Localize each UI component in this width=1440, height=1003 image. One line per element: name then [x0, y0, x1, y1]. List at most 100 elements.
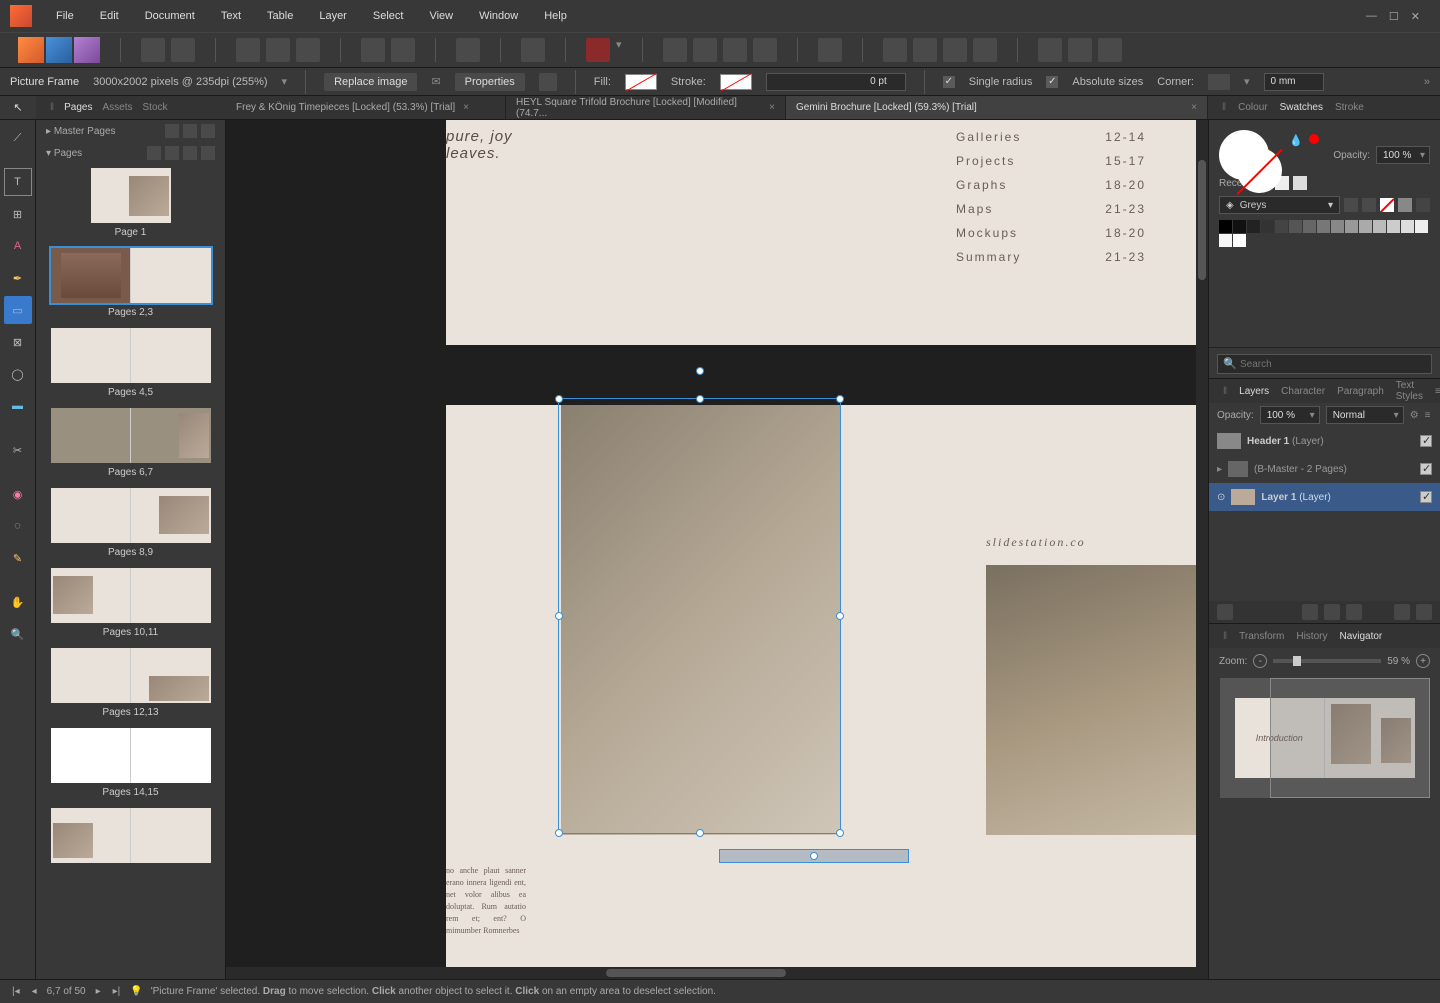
- fill-swatch[interactable]: [625, 74, 657, 90]
- prev-page-icon[interactable]: ◂: [30, 986, 39, 997]
- menu-window[interactable]: Window: [467, 6, 530, 26]
- table-tool-icon[interactable]: ⊞: [4, 200, 32, 228]
- frame-props-icon[interactable]: [539, 73, 557, 91]
- layer-visibility-checkbox[interactable]: [1420, 435, 1432, 447]
- frame-slider[interactable]: [719, 849, 909, 863]
- corner-value-input[interactable]: [1264, 73, 1324, 91]
- view-tool-icon[interactable]: ✋: [4, 588, 32, 616]
- stroke-swatch[interactable]: [720, 74, 752, 90]
- layer-row[interactable]: Header 1 (Layer): [1209, 427, 1440, 455]
- text-styles-tab[interactable]: Text Styles: [1396, 380, 1423, 402]
- navigator-tab[interactable]: Navigator: [1339, 631, 1382, 642]
- rotate-ccw-icon[interactable]: [943, 38, 967, 62]
- doc-tab-3[interactable]: Gemini Brochure [Locked] (59.3%) [Trial]…: [786, 96, 1208, 119]
- panel-menu-icon[interactable]: ≡: [1425, 410, 1431, 421]
- node-tool-icon[interactable]: ⟋: [4, 124, 32, 152]
- palette-menu-icon[interactable]: [1362, 198, 1376, 212]
- layers-tab[interactable]: Layers: [1239, 386, 1269, 397]
- registration-swatch[interactable]: [1398, 198, 1412, 212]
- zoom-out-icon[interactable]: -: [1253, 654, 1267, 668]
- stock-tab[interactable]: Stock: [143, 102, 168, 113]
- panel-menu-icon[interactable]: ≡: [1435, 386, 1440, 397]
- next-page-icon[interactable]: ▸: [94, 986, 103, 997]
- context-dimensions[interactable]: 3000x2002 pixels @ 235dpi (255%): [93, 76, 267, 88]
- crop-tool-icon[interactable]: ✂: [4, 436, 32, 464]
- flip-h-icon[interactable]: [883, 38, 907, 62]
- layer-row-selected[interactable]: ⊙ Layer 1 (Layer): [1209, 483, 1440, 511]
- delete-layer-icon[interactable]: [1416, 604, 1432, 620]
- black-swatch[interactable]: [1416, 198, 1430, 212]
- toolbar-icon[interactable]: [171, 38, 195, 62]
- persona-publisher-icon[interactable]: [18, 37, 44, 63]
- boolean-icon[interactable]: [1068, 38, 1092, 62]
- pen-tool-icon[interactable]: ✒: [4, 264, 32, 292]
- paragraph-tab[interactable]: Paragraph: [1337, 386, 1384, 397]
- tab-close-icon[interactable]: ×: [769, 102, 775, 113]
- menu-view[interactable]: View: [417, 6, 465, 26]
- boolean-icon[interactable]: [1038, 38, 1062, 62]
- fx-icon[interactable]: [1346, 604, 1362, 620]
- adjustment-icon[interactable]: [1324, 604, 1340, 620]
- collapse-icon[interactable]: ⊙: [1217, 492, 1225, 503]
- preview-icon[interactable]: [456, 38, 480, 62]
- baseline-icon[interactable]: [521, 38, 545, 62]
- absolute-sizes-checkbox[interactable]: ✓: [1046, 76, 1058, 88]
- stroke-width-input[interactable]: [766, 73, 906, 91]
- eyedropper-icon[interactable]: 💧: [1289, 134, 1303, 147]
- arrange-icon[interactable]: [663, 38, 687, 62]
- menu-text[interactable]: Text: [209, 6, 253, 26]
- flip-v-icon[interactable]: [913, 38, 937, 62]
- menu-help[interactable]: Help: [532, 6, 579, 26]
- layer-row[interactable]: ▸ (B-Master - 2 Pages): [1209, 455, 1440, 483]
- single-radius-checkbox[interactable]: ✓: [943, 76, 955, 88]
- none-swatch[interactable]: [1380, 198, 1394, 212]
- maximize-icon[interactable]: ☐: [1389, 10, 1399, 23]
- layers-stack-icon[interactable]: [1217, 604, 1233, 620]
- close-icon[interactable]: ✕: [1411, 10, 1420, 23]
- place-image-tool-icon[interactable]: ▬: [4, 392, 32, 420]
- transform-tab[interactable]: Transform: [1239, 631, 1284, 642]
- boolean-icon[interactable]: [1098, 38, 1122, 62]
- rectangle-tool-icon[interactable]: ▭: [4, 296, 32, 324]
- doc-tab-2[interactable]: HEYL Square Trifold Brochure [Locked] [M…: [506, 96, 786, 119]
- swatches-grid[interactable]: [1219, 220, 1430, 247]
- toolbar-icon[interactable]: [236, 38, 260, 62]
- mask-icon[interactable]: [1302, 604, 1318, 620]
- selection-bounds[interactable]: [558, 398, 841, 834]
- colour-tab[interactable]: Colour: [1238, 102, 1267, 113]
- scrollbar-horizontal[interactable]: [226, 967, 1208, 979]
- blend-mode-dropdown[interactable]: Normal: [1326, 406, 1404, 424]
- add-layer-icon[interactable]: [1394, 604, 1410, 620]
- palette-dropdown[interactable]: ◈ Greys▾: [1219, 196, 1340, 214]
- first-page-icon[interactable]: |◂: [10, 986, 22, 997]
- stroke-colour-well[interactable]: [1237, 148, 1282, 193]
- pages-thumbnails[interactable]: Page 1 Pages 2,3 Pages 4,5 Pages 6,7 Pag…: [36, 164, 225, 979]
- history-tab[interactable]: History: [1296, 631, 1327, 642]
- zoom-slider[interactable]: [1273, 659, 1381, 663]
- color-picker-tool-icon[interactable]: ✎: [4, 544, 32, 572]
- chevron-right-icon[interactable]: ▸: [1217, 464, 1222, 475]
- context-more-icon[interactable]: »: [1424, 76, 1430, 88]
- palette-grid-icon[interactable]: [1344, 198, 1358, 212]
- align-icon[interactable]: [818, 38, 842, 62]
- persona-photo-icon[interactable]: [74, 37, 100, 63]
- doc-tab-1[interactable]: Frey & KÖnig Timepieces [Locked] (53.3%)…: [226, 96, 506, 119]
- menu-select[interactable]: Select: [361, 6, 416, 26]
- character-tab[interactable]: Character: [1281, 386, 1325, 397]
- menu-edit[interactable]: Edit: [88, 6, 131, 26]
- layer-visibility-checkbox[interactable]: [1420, 491, 1432, 503]
- search-input[interactable]: [1217, 354, 1432, 374]
- persona-designer-icon[interactable]: [46, 37, 72, 63]
- menu-table[interactable]: Table: [255, 6, 305, 26]
- menu-file[interactable]: File: [44, 6, 86, 26]
- layer-visibility-checkbox[interactable]: [1420, 463, 1432, 475]
- navigator-viewport[interactable]: [1270, 678, 1430, 798]
- scrollbar-vertical[interactable]: [1196, 120, 1208, 979]
- swatches-tab[interactable]: Swatches: [1280, 102, 1323, 113]
- last-page-icon[interactable]: ▸|: [111, 986, 123, 997]
- toolbar-icon[interactable]: [361, 38, 385, 62]
- arrange-icon[interactable]: [723, 38, 747, 62]
- assets-tab[interactable]: Assets: [103, 102, 133, 113]
- replace-image-button[interactable]: Replace image: [324, 73, 417, 91]
- minimize-icon[interactable]: —: [1366, 10, 1377, 23]
